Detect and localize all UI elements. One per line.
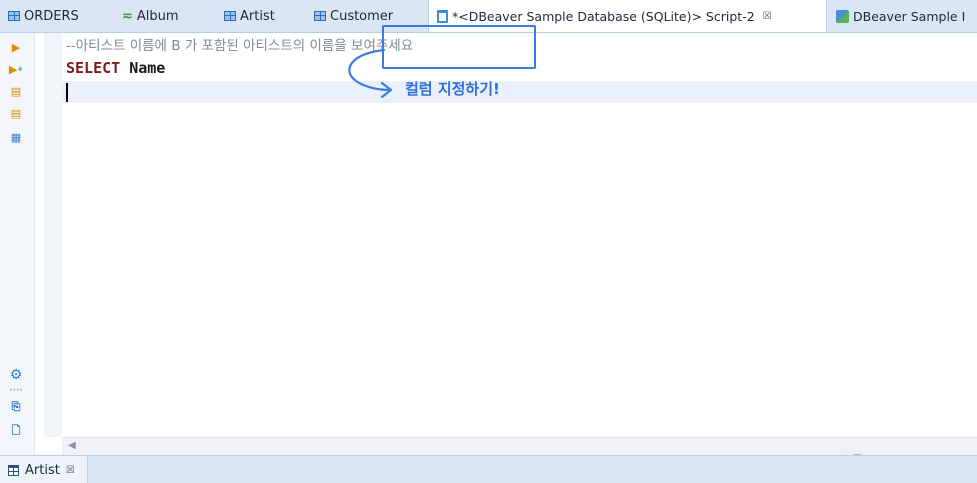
close-tab-icon[interactable]: ☒ (763, 11, 772, 22)
dbeaver-window: ORDERS ≂ Album Artist Customer *<DBeaver… (0, 0, 977, 483)
table-icon (314, 11, 326, 21)
result-grid-icon (8, 464, 19, 476)
tab-orders[interactable]: ORDERS (8, 0, 79, 32)
annotation-label: 컬럼 지정하기! (405, 80, 500, 98)
tab-label: ORDERS (24, 8, 79, 24)
view-icon: ≂ (122, 8, 133, 24)
line-number-ruler (44, 33, 62, 437)
scroll-left-icon[interactable]: ◀ (68, 440, 76, 451)
tab-label: Customer (330, 8, 394, 24)
sql-script-icon (437, 10, 448, 23)
sql-keyword: SELECT (66, 59, 121, 77)
comment-prefix: -- (66, 38, 76, 54)
separator-dots-icon: ···· (9, 386, 23, 396)
sql-editor[interactable]: --아티스트 이름에 B 가 포함된 아티스트의 이름을 보여주세요 SELEC… (62, 33, 977, 437)
tab-label: *<DBeaver Sample Database (SQLite)> Scri… (452, 9, 755, 24)
tab-label: DBeaver Sample I (853, 8, 966, 24)
tab-artist[interactable]: Artist (224, 0, 275, 32)
close-results-tab-icon[interactable]: ☒ (66, 465, 75, 476)
text-cursor (66, 83, 68, 102)
export-file-icon[interactable]: ⎘ (8, 399, 24, 415)
execute-script-new-tab-icon[interactable]: ▤ (8, 105, 24, 121)
horizontal-scrollbar[interactable]: ◀ (62, 437, 977, 456)
execute-in-new-tab-icon[interactable]: ▶ + (8, 61, 24, 77)
tab-album[interactable]: ≂ Album (122, 0, 179, 32)
results-tab-artist[interactable]: Artist ☒ (0, 456, 88, 483)
sql-editor-side-toolbar: ▶ ▶ + ▤ ▤ ▦ ⚙ ···· ⎘ 🗋 (0, 33, 35, 455)
table-icon (8, 11, 20, 21)
database-icon (836, 9, 849, 23)
table-icon (224, 11, 236, 21)
execute-script-icon[interactable]: ▤ (8, 83, 24, 99)
delete-file-icon[interactable]: 🗋 (8, 423, 24, 439)
explain-plan-icon[interactable]: ▦ (8, 129, 24, 145)
execute-statement-icon[interactable]: ▶ (8, 39, 24, 55)
tab-label: Album (136, 8, 179, 24)
tab-dbeaver-sample[interactable]: DBeaver Sample I (836, 0, 965, 32)
sql-identifier: Name (129, 59, 166, 77)
tab-label: Artist (240, 8, 275, 24)
results-tab-bar: Artist ☒ (0, 455, 977, 483)
settings-gear-icon[interactable]: ⚙ (8, 367, 24, 383)
annotation-arrow-icon (348, 48, 393, 98)
results-tab-label: Artist (25, 462, 60, 478)
current-line-highlight (62, 81, 977, 103)
sql-select-line: SELECT Name (66, 57, 165, 79)
